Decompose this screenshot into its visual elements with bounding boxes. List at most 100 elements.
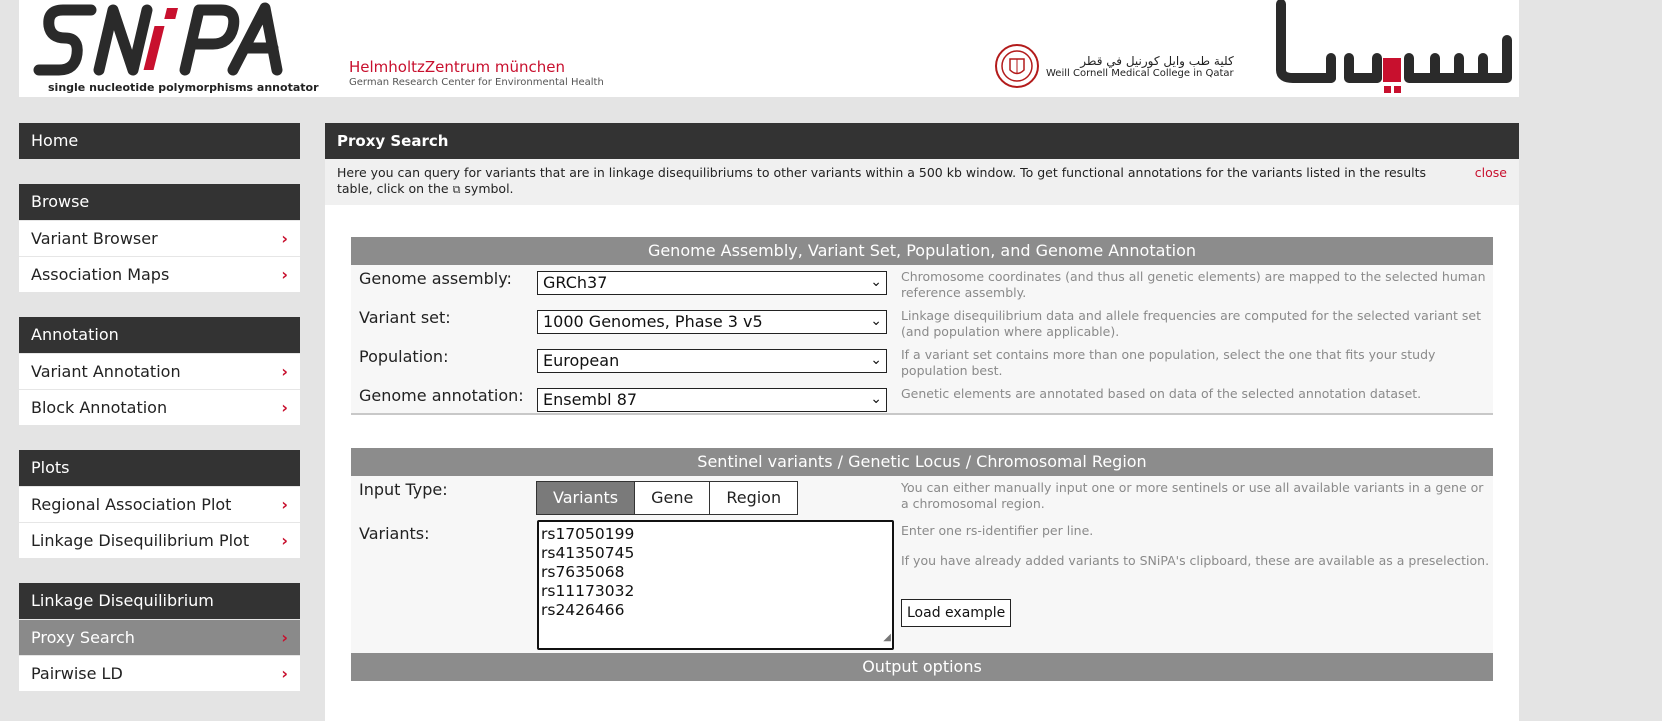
sidebar-item-association-maps[interactable]: Association Maps › [19, 256, 300, 292]
sidebar-heading-plots[interactable]: Plots [19, 450, 300, 486]
chevron-right-icon: › [281, 398, 288, 417]
genome-annotation-hint: Genetic elements are annotated based on … [901, 386, 1422, 401]
intro-box: Here you can query for variants that are… [325, 159, 1519, 205]
variant-set-row: Variant set: 1000 Genomes, Phase 3 v5 ⌄ … [351, 304, 1493, 343]
weill-cornell-seal-icon [995, 44, 1039, 88]
variant-line: rs17050199 [541, 525, 635, 543]
variants-hint-2: If you have already added variants to SN… [901, 553, 1490, 568]
variant-line: rs7635068 [541, 563, 625, 581]
sentinel-panel-title: Sentinel variants / Genetic Locus / Chro… [351, 448, 1493, 476]
chevron-right-icon: › [281, 265, 288, 284]
sidebar-home-section: Home [19, 123, 300, 159]
variant-set-hint: Linkage disequilibrium data and allele f… [901, 308, 1481, 339]
select-value: European [543, 351, 620, 370]
sentinel-panel: Sentinel variants / Genetic Locus / Chro… [351, 448, 1493, 658]
chevron-right-icon: › [281, 531, 288, 550]
sidebar-item-label: Variant Browser [31, 229, 158, 248]
snipa-arabic-wordmark [1276, 0, 1512, 93]
population-label: Population: [359, 347, 449, 366]
chevron-down-icon: ⌄ [870, 352, 882, 368]
genome-assembly-label: Genome assembly: [359, 269, 512, 288]
intro-text-end: symbol. [464, 181, 514, 196]
sidebar-section-annotation: Annotation Variant Annotation › Block An… [19, 317, 300, 425]
sidebar-nav: Home Browse Variant Browser › Associatio… [19, 123, 300, 716]
genome-assembly-row: Genome assembly: GRCh37 ⌄ Chromosome coo… [351, 265, 1493, 304]
sidebar-item-variant-annotation[interactable]: Variant Annotation › [19, 353, 300, 389]
sidebar-item-proxy-search[interactable]: Proxy Search › [19, 619, 300, 655]
close-intro-link[interactable]: close [1475, 165, 1507, 181]
population-select[interactable]: European ⌄ [537, 349, 887, 373]
chevron-right-icon: › [281, 362, 288, 381]
sidebar-item-label: Linkage Disequilibrium Plot [31, 531, 250, 550]
variants-label: Variants: [359, 524, 430, 543]
genome-annotation-label: Genome annotation: [359, 386, 524, 405]
variant-line: rs11173032 [541, 582, 635, 600]
snipa-wordmark [33, 2, 283, 76]
chevron-right-icon: › [281, 628, 288, 647]
sidebar-item-home[interactable]: Home [19, 123, 300, 159]
select-value: GRCh37 [543, 273, 608, 292]
assembly-panel-title: Genome Assembly, Variant Set, Population… [351, 237, 1493, 265]
chevron-down-icon: ⌄ [870, 313, 882, 329]
input-type-label: Input Type: [359, 480, 448, 499]
assembly-panel: Genome Assembly, Variant Set, Population… [351, 237, 1493, 415]
page-title: Proxy Search [325, 123, 1519, 159]
input-type-region-button[interactable]: Region [709, 481, 799, 515]
snipa-arabic-logo [1259, 0, 1519, 97]
assembly-panel-body: Genome assembly: GRCh37 ⌄ Chromosome coo… [351, 265, 1493, 415]
sidebar-section-browse: Browse Variant Browser › Association Map… [19, 184, 300, 292]
snipa-tagline: single nucleotide polymorphisms annotato… [48, 81, 319, 94]
helmholtz-subtitle: German Research Center for Environmental… [349, 77, 604, 88]
genome-assembly-select[interactable]: GRCh37 ⌄ [537, 271, 887, 295]
sidebar-heading-browse[interactable]: Browse [19, 184, 300, 220]
external-link-icon: ⧉ [452, 183, 461, 196]
sidebar-heading-annotation[interactable]: Annotation [19, 317, 300, 353]
chevron-down-icon: ⌄ [870, 274, 882, 290]
variants-row: Variants: rs17050199 rs41350745 rs763506… [351, 520, 1493, 656]
input-type-variants-button[interactable]: Variants [536, 481, 636, 515]
input-type-hint: You can either manually input one or mor… [901, 480, 1484, 511]
input-type-gene-button[interactable]: Gene [634, 481, 711, 515]
sidebar-heading-linkage-disequilibrium[interactable]: Linkage Disequilibrium [19, 583, 300, 619]
variant-set-select[interactable]: 1000 Genomes, Phase 3 v5 ⌄ [537, 310, 887, 334]
chevron-down-icon: ⌄ [870, 391, 882, 407]
sidebar-item-ld-plot[interactable]: Linkage Disequilibrium Plot › [19, 522, 300, 558]
variants-hint-1: Enter one rs-identifier per line. [901, 523, 1094, 538]
select-value: 1000 Genomes, Phase 3 v5 [543, 312, 763, 331]
sentinel-panel-body: Input Type: Variants Gene Region You can… [351, 476, 1493, 658]
genome-annotation-row: Genome annotation: Ensembl 87 ⌄ Genetic … [351, 382, 1493, 421]
sidebar-item-block-annotation[interactable]: Block Annotation › [19, 389, 300, 425]
variants-textarea[interactable]: rs17050199 rs41350745 rs7635068 rs111730… [537, 520, 894, 650]
sidebar-section-ld: Linkage Disequilibrium Proxy Search › Pa… [19, 583, 300, 691]
helmholtz-logo[interactable]: HelmholtzZentrum münchen German Research… [349, 58, 604, 88]
load-example-button[interactable]: Load example [901, 599, 1012, 627]
helmholtz-name: HelmholtzZentrum münchen [349, 58, 565, 76]
resize-handle-icon[interactable]: ◢ [883, 628, 891, 647]
sidebar-item-variant-browser[interactable]: Variant Browser › [19, 220, 300, 256]
sidebar-item-label: Proxy Search [31, 628, 135, 647]
sidebar-item-label: Regional Association Plot [31, 495, 232, 514]
weill-english-name: Weill Cornell Medical College in Qatar [1046, 67, 1234, 79]
snipa-logo[interactable]: single nucleotide polymorphisms annotato… [33, 0, 319, 97]
sidebar-item-label: Block Annotation [31, 398, 168, 417]
weill-cornell-logo[interactable]: كلية طب وايل كورنيل في قطر Weill Cornell… [994, 43, 1234, 89]
sidebar-item-label: Variant Annotation [31, 362, 181, 381]
sidebar-item-label: Pairwise LD [31, 664, 123, 683]
select-value: Ensembl 87 [543, 390, 638, 409]
main-content: Proxy Search Here you can query for vari… [325, 123, 1519, 721]
output-options-panel: Output options [351, 653, 1493, 681]
variant-line: rs2426466 [541, 601, 625, 619]
genome-assembly-hint: Chromosome coordinates (and thus all gen… [901, 269, 1486, 300]
weill-arabic-name: كلية طب وايل كورنيل في قطر [1080, 53, 1234, 68]
sidebar-item-regional-association-plot[interactable]: Regional Association Plot › [19, 486, 300, 522]
population-hint: If a variant set contains more than one … [901, 347, 1436, 378]
sidebar-item-pairwise-ld[interactable]: Pairwise LD › [19, 655, 300, 691]
input-type-row: Input Type: Variants Gene Region You can… [351, 476, 1493, 520]
variant-line: rs41350745 [541, 544, 635, 562]
variant-set-label: Variant set: [359, 308, 451, 327]
chevron-right-icon: › [281, 664, 288, 683]
page-header: single nucleotide polymorphisms annotato… [19, 0, 1519, 97]
chevron-right-icon: › [281, 229, 288, 248]
population-row: Population: European ⌄ If a variant set … [351, 343, 1493, 382]
genome-annotation-select[interactable]: Ensembl 87 ⌄ [537, 388, 887, 412]
